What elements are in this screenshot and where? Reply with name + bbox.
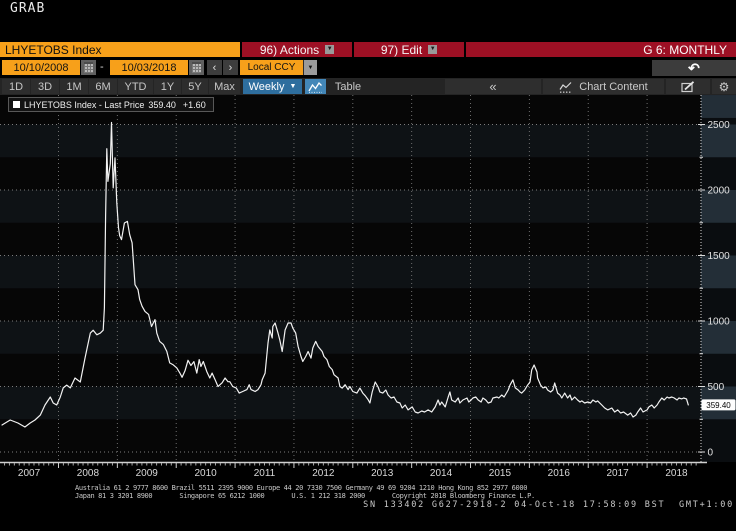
chevron-down-icon: ▼ [289, 83, 297, 90]
range-button-ytd[interactable]: YTD [118, 79, 153, 94]
plot-band [0, 321, 701, 354]
date-from-input[interactable]: 10/10/2008 [2, 60, 80, 75]
collapse-toolbar-button[interactable]: « [445, 79, 541, 94]
range-button-1m[interactable]: 1M [60, 79, 88, 94]
step-forward-button[interactable]: › [223, 60, 238, 75]
footer-contact-line-2: Japan 81 3 3201 8900 Singapore 65 6212 1… [75, 492, 535, 500]
chart-content-button[interactable]: Chart Content [543, 79, 664, 94]
range-button-6m[interactable]: 6M [89, 79, 117, 94]
step-back-button[interactable]: ‹ [207, 60, 222, 75]
x-axis-label: 2012 [312, 468, 335, 479]
calendar-from-button[interactable] [81, 60, 96, 75]
settings-button[interactable]: ⚙ [712, 79, 736, 94]
undo-icon: ↶ [688, 59, 700, 76]
grab-title: GRAB [10, 1, 46, 16]
footer-contact-line-1: Australia 61 2 9777 8600 Brazil 5511 239… [75, 484, 528, 492]
chart-canvas[interactable]: 0 500 1000 1500 2000 2500 2007 2008 2009 2010 2011… [0, 95, 736, 480]
date-to-input[interactable]: 10/03/2018 [110, 60, 188, 75]
margin-band [701, 95, 736, 118]
x-axis-label: 2014 [430, 468, 453, 479]
ticker-label: LHYETOBS Index [5, 42, 102, 57]
range-button-max[interactable]: Max [209, 79, 240, 94]
date-controls-row: 10/10/2008 - 10/03/2018 ‹ › Local CCY ▼ … [0, 60, 736, 76]
y-axis-label: 0 [708, 448, 714, 459]
period-label: Weekly [248, 80, 285, 93]
calendar-icon [192, 62, 201, 73]
annotate-button[interactable] [666, 79, 710, 94]
annotate-icon [681, 80, 695, 92]
gear-icon: ⚙ [718, 79, 730, 94]
y-axis-label: 500 [708, 382, 725, 393]
y-axis-label: 2000 [708, 186, 731, 197]
x-axis-label: 2007 [18, 468, 41, 479]
date-range-separator: - [100, 61, 104, 73]
range-button-3d[interactable]: 3D [31, 79, 59, 94]
last-price-badge-label: 359.40 [706, 401, 731, 410]
x-axis-label: 2018 [665, 468, 688, 479]
page-title: G 6: MONTHLY [466, 42, 736, 57]
actions-label: 96) Actions [259, 42, 320, 57]
plot-band [0, 124, 701, 158]
y-axis-label: 2500 [708, 120, 731, 131]
series-swatch-icon [13, 101, 20, 108]
table-button[interactable]: Table [328, 79, 368, 94]
chart-toolbar-row: 1D 3D 1M 6M YTD 1Y 5Y Max Weekly ▼ Table… [0, 78, 736, 95]
chart-content-label: Chart Content [579, 80, 648, 93]
currency-dropdown-button[interactable]: ▼ [303, 60, 317, 75]
edit-menu[interactable]: 97) Edit ▼ [354, 42, 464, 57]
x-axis-label: 2017 [607, 468, 630, 479]
edit-label: 97) Edit [380, 42, 423, 57]
ticker-field[interactable]: LHYETOBS Index [0, 42, 240, 57]
range-button-5y[interactable]: 5Y [182, 79, 208, 94]
x-axis-label: 2016 [548, 468, 571, 479]
chevron-down-icon: ▼ [307, 64, 314, 71]
y-axis-label: 1500 [708, 251, 731, 262]
range-button-1d[interactable]: 1D [2, 79, 30, 94]
currency-select[interactable]: Local CCY [240, 60, 303, 75]
x-axis-label: 2008 [77, 468, 100, 479]
line-chart-type-button[interactable] [305, 79, 326, 94]
line-chart-icon [308, 81, 322, 93]
calendar-icon [84, 62, 93, 73]
collapse-icon: « [489, 79, 497, 94]
calendar-to-button[interactable] [189, 60, 204, 75]
plot-band [0, 386, 701, 420]
x-axis-label: 2015 [489, 468, 512, 479]
x-axis-label: 2011 [254, 468, 276, 479]
sparkline-icon [559, 81, 572, 93]
chevron-down-icon: ▼ [428, 45, 438, 54]
footer-session-line: SN 133402 G627-2918-2 04-Oct-18 17:58:09… [363, 500, 734, 510]
chevron-down-icon: ▼ [325, 45, 335, 54]
undo-button[interactable]: ↶ [652, 60, 736, 76]
chart-legend[interactable]: LHYETOBS Index - Last Price 359.40 +1.60 [8, 97, 214, 112]
x-axis-label: 2009 [136, 468, 159, 479]
x-axis-label: 2010 [194, 468, 217, 479]
range-button-1y[interactable]: 1Y [154, 79, 181, 94]
actions-menu[interactable]: 96) Actions ▼ [242, 42, 352, 57]
y-axis-label: 1000 [708, 317, 731, 328]
legend-change: +1.60 [182, 99, 206, 110]
x-axis-label: 2013 [371, 468, 394, 479]
page-title-label: G 6: MONTHLY [643, 42, 727, 57]
bloomberg-terminal-window: GRAB LHYETOBS Index 96) Actions ▼ 97) Ed… [0, 0, 736, 531]
legend-last-price: 359.40 [148, 99, 176, 110]
period-select[interactable]: Weekly ▼ [243, 79, 302, 94]
security-menu-bar: LHYETOBS Index 96) Actions ▼ 97) Edit ▼ … [0, 42, 736, 57]
legend-label: LHYETOBS Index - Last Price [24, 99, 145, 110]
